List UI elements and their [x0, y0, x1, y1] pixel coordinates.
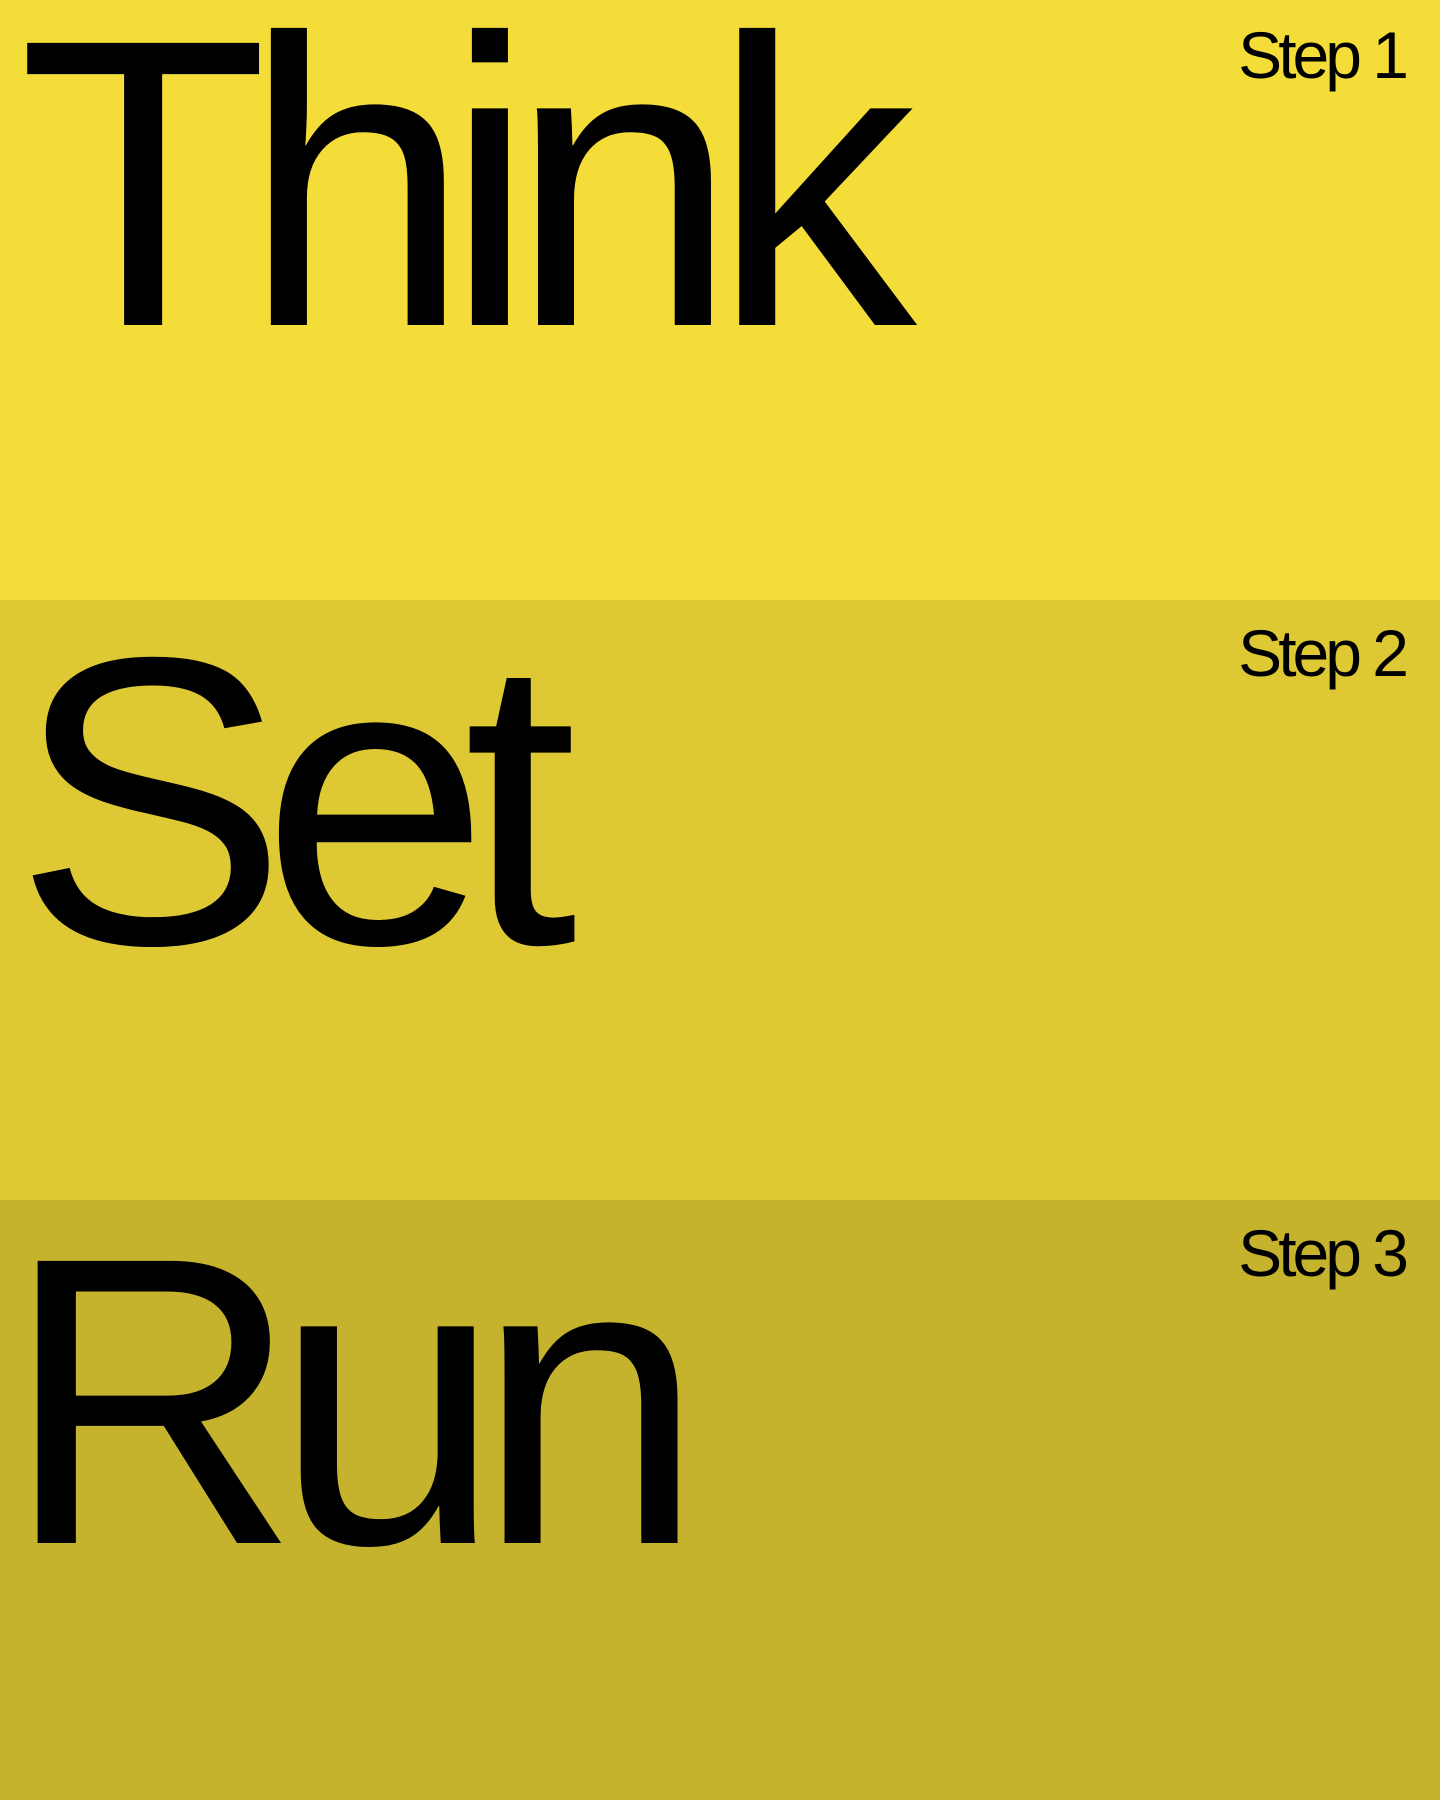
step-label-2: Step 2: [1238, 616, 1409, 690]
step-label-1: Step 1: [1238, 18, 1409, 92]
panel-run: Run Step 3: [0, 1200, 1440, 1800]
panel-think: Think Step 1: [0, 0, 1440, 600]
panel-set: Set Step 2: [0, 600, 1440, 1200]
panel-word-set: Set: [14, 600, 577, 1030]
step-label-3: Step 3: [1238, 1216, 1409, 1290]
panel-word-run: Run: [4, 1200, 704, 1630]
poster: Think Step 1 Set Step 2 Run Step 3: [0, 0, 1440, 1800]
panel-word-think: Think: [18, 0, 917, 412]
